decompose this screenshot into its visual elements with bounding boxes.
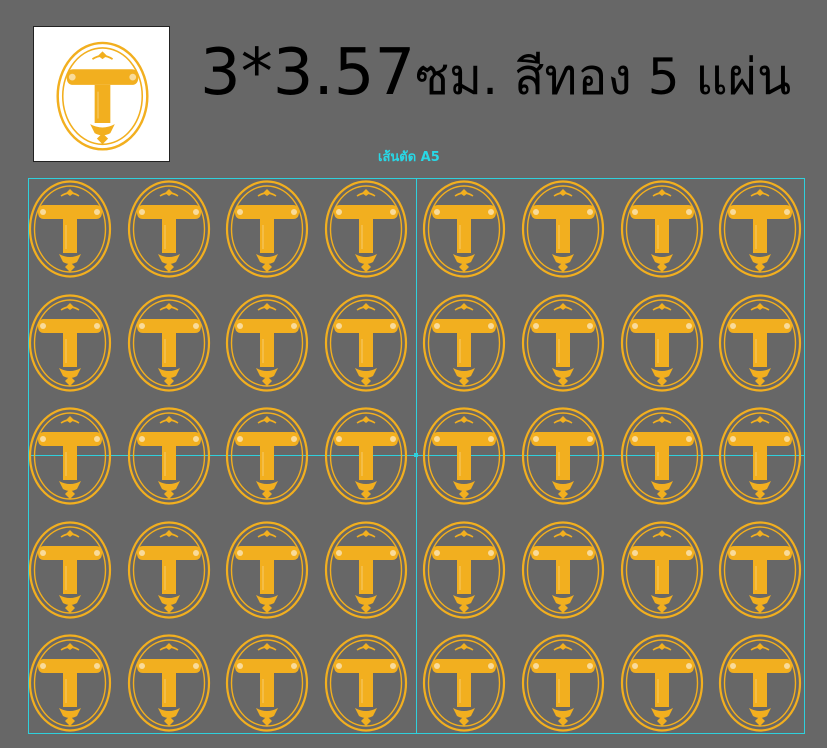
gold-letter-t-emblem-icon bbox=[718, 180, 802, 278]
gold-letter-t-emblem-icon bbox=[324, 407, 408, 505]
gold-letter-t-emblem-icon bbox=[127, 521, 211, 619]
gold-letter-t-emblem-icon bbox=[28, 634, 112, 732]
gold-letter-t-emblem-icon bbox=[28, 180, 112, 278]
gold-letter-t-emblem-icon bbox=[225, 634, 309, 732]
dimensions-text: 3*3.57 bbox=[200, 36, 416, 110]
gold-letter-t-emblem-icon bbox=[521, 521, 605, 619]
gold-letter-t-emblem-icon bbox=[422, 180, 506, 278]
gold-letter-t-emblem-icon bbox=[127, 634, 211, 732]
gold-letter-t-emblem-icon bbox=[28, 294, 112, 392]
gold-letter-t-emblem-icon bbox=[56, 41, 149, 151]
gold-letter-t-emblem-icon bbox=[521, 407, 605, 505]
gold-letter-t-emblem-icon bbox=[718, 634, 802, 732]
gold-letter-t-emblem-icon bbox=[127, 180, 211, 278]
gold-letter-t-emblem-icon bbox=[127, 294, 211, 392]
gold-letter-t-emblem-icon bbox=[324, 294, 408, 392]
gold-letter-t-emblem-icon bbox=[127, 407, 211, 505]
gold-letter-t-emblem-icon bbox=[324, 180, 408, 278]
gold-letter-t-emblem-icon bbox=[324, 634, 408, 732]
gold-letter-t-emblem-icon bbox=[521, 180, 605, 278]
gold-letter-t-emblem-icon bbox=[324, 521, 408, 619]
gold-letter-t-emblem-icon bbox=[718, 521, 802, 619]
description-text: ซม. สีทอง 5 แผ่น bbox=[415, 48, 792, 106]
cut-line-label: เส้นตัด A5 bbox=[378, 150, 440, 165]
gold-letter-t-emblem-icon bbox=[225, 521, 309, 619]
gold-letter-t-emblem-icon bbox=[718, 407, 802, 505]
gold-letter-t-emblem-icon bbox=[225, 180, 309, 278]
guide-center-point bbox=[414, 453, 418, 457]
gold-letter-t-emblem-icon bbox=[28, 407, 112, 505]
gold-letter-t-emblem-icon bbox=[225, 294, 309, 392]
gold-letter-t-emblem-icon bbox=[718, 294, 802, 392]
gold-letter-t-emblem-icon bbox=[620, 407, 704, 505]
gold-letter-t-emblem-icon bbox=[422, 294, 506, 392]
gold-letter-t-emblem-icon bbox=[225, 407, 309, 505]
gold-letter-t-emblem-icon bbox=[28, 521, 112, 619]
gold-letter-t-emblem-icon bbox=[620, 180, 704, 278]
gold-letter-t-emblem-icon bbox=[521, 294, 605, 392]
gold-letter-t-emblem-icon bbox=[620, 294, 704, 392]
spec-title: 3*3.57ซม. สีทอง 5 แผ่น bbox=[200, 30, 791, 120]
gold-letter-t-emblem-icon bbox=[422, 634, 506, 732]
gold-letter-t-emblem-icon bbox=[422, 407, 506, 505]
gold-letter-t-emblem-icon bbox=[620, 521, 704, 619]
gold-letter-t-emblem-icon bbox=[422, 521, 506, 619]
gold-letter-t-emblem-icon bbox=[620, 634, 704, 732]
gold-letter-t-emblem-icon bbox=[521, 634, 605, 732]
logo-preview bbox=[33, 26, 170, 162]
